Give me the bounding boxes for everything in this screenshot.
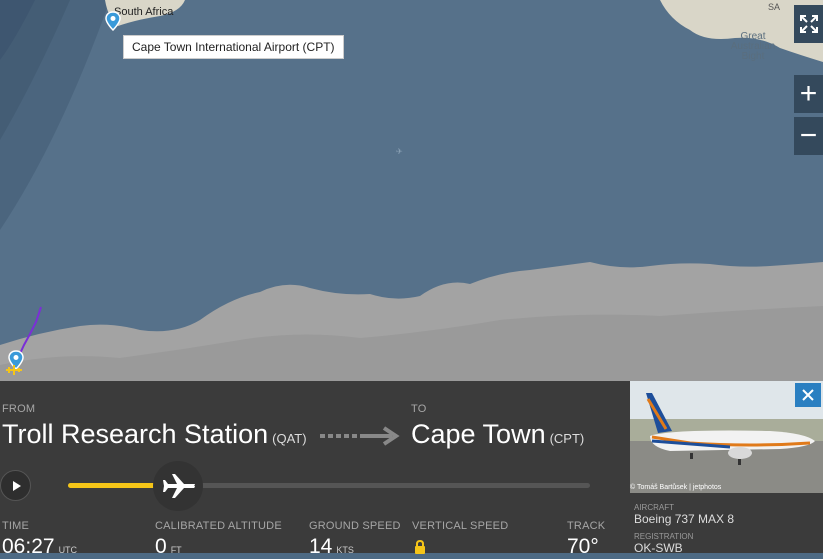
play-icon — [12, 480, 21, 491]
to-label: TO — [411, 403, 427, 415]
lock-icon — [415, 540, 425, 554]
aircraft-marker-icon[interactable] — [5, 364, 23, 376]
destination-pin-icon[interactable] — [105, 11, 121, 31]
from-city-name: Troll Research Station — [2, 419, 269, 449]
stat-number: 70° — [567, 535, 599, 558]
airplane-icon — [162, 474, 196, 498]
stat-label: VERTICAL SPEED — [412, 520, 509, 532]
flight-info-panel: FROM Troll Research Station (QAT) TO Cape… — [0, 381, 630, 558]
zoom-in-button[interactable]: + — [794, 75, 823, 113]
aircraft-value: Boeing 737 MAX 8 — [634, 512, 735, 526]
play-button[interactable] — [0, 470, 31, 501]
flight-map[interactable]: ✈ South Africa SA Great Australian Bight… — [0, 0, 823, 381]
stat-value: 0 FT — [155, 535, 182, 559]
stat-label: TIME — [2, 520, 30, 532]
stat-value: 06:27 UTC — [2, 535, 77, 559]
registration-label: REGISTRATION — [634, 532, 694, 541]
to-city[interactable]: Cape Town (CPT) — [411, 419, 584, 450]
label-south-africa: South Africa — [114, 6, 174, 18]
airport-tooltip: Cape Town International Airport (CPT) — [123, 35, 344, 59]
route-arrow-icon — [320, 426, 400, 446]
svg-text:✈: ✈ — [396, 147, 403, 156]
to-city-name: Cape Town — [411, 419, 546, 449]
close-panel-button[interactable] — [795, 383, 821, 407]
aircraft-label: AIRCRAFT — [634, 503, 674, 512]
zoom-out-button[interactable]: − — [794, 117, 823, 155]
stat-unit: FT — [170, 545, 182, 555]
label-sa: SA — [768, 2, 781, 12]
fullscreen-icon — [799, 15, 818, 33]
stat-label: CALIBRATED ALTITUDE — [155, 520, 282, 532]
label-great-australian-bight: Great Australian Bight — [730, 31, 776, 62]
stat-unit: KTS — [336, 545, 354, 555]
stat-label: GROUND SPEED — [309, 520, 401, 532]
stat-number: 0 — [155, 535, 167, 558]
stat-value: 14 KTS — [309, 535, 354, 559]
stat-unit: UTC — [58, 545, 78, 555]
from-city[interactable]: Troll Research Station (QAT) — [2, 419, 307, 450]
fullscreen-button[interactable] — [794, 5, 823, 43]
flight-progress-track[interactable] — [68, 483, 590, 488]
close-icon — [802, 389, 814, 401]
to-code: (CPT) — [549, 431, 585, 446]
from-label: FROM — [2, 403, 36, 415]
stat-number: 06:27 — [2, 535, 55, 558]
stat-value: 70° — [567, 535, 599, 559]
stat-number: 14 — [309, 535, 333, 558]
from-code: (QAT) — [272, 431, 307, 446]
photo-credit: © Tomáš Bartůsek | jetphotos — [630, 484, 722, 491]
progress-aircraft-handle[interactable] — [153, 461, 204, 511]
stat-label: TRACK — [567, 520, 606, 532]
